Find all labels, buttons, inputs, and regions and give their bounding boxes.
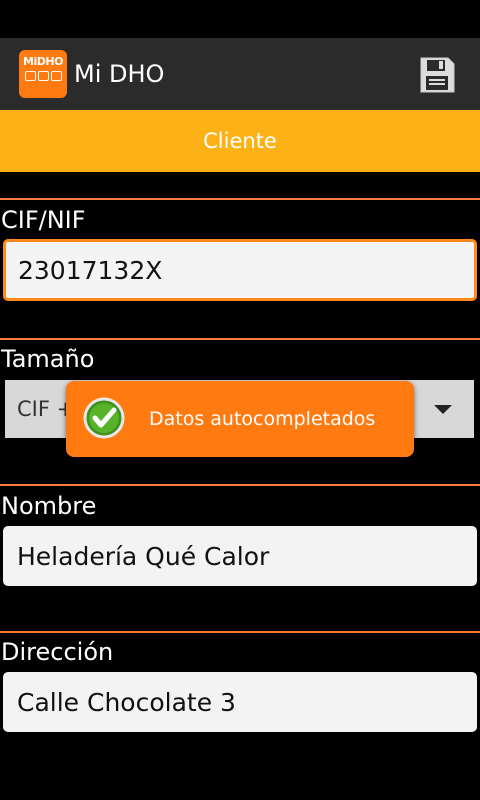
status-bar: [0, 0, 480, 38]
direccion-input[interactable]: Calle Chocolate 3: [3, 672, 477, 732]
section-divider: [0, 484, 480, 486]
check-icon: [83, 397, 125, 439]
action-bar: [0, 38, 480, 110]
logo-text: MiDHO: [23, 55, 63, 68]
dropdown-arrow-icon[interactable]: [434, 405, 452, 414]
cif-input[interactable]: 23017132X: [3, 239, 477, 301]
toast-message: Datos autocompletados: [149, 408, 376, 430]
section-divider: [0, 631, 480, 633]
save-button[interactable]: [416, 54, 458, 96]
nombre-input[interactable]: Heladería Qué Calor: [3, 526, 477, 586]
direccion-label: Dirección: [1, 638, 114, 666]
cif-value: 23017132X: [18, 255, 163, 285]
tab-cliente[interactable]: Cliente: [0, 110, 480, 172]
section-divider: [0, 198, 480, 200]
section-divider: [0, 338, 480, 340]
logo-icons: [19, 71, 67, 81]
direccion-value: Calle Chocolate 3: [17, 687, 236, 717]
save-icon: [420, 57, 455, 93]
tamano-label: Tamaño: [1, 345, 95, 373]
nombre-label: Nombre: [1, 492, 97, 520]
cif-label: CIF/NIF: [1, 206, 86, 234]
nombre-value: Heladería Qué Calor: [17, 541, 270, 571]
app-logo[interactable]: MiDHO: [19, 50, 67, 98]
app-title: Mi DHO: [74, 60, 165, 88]
